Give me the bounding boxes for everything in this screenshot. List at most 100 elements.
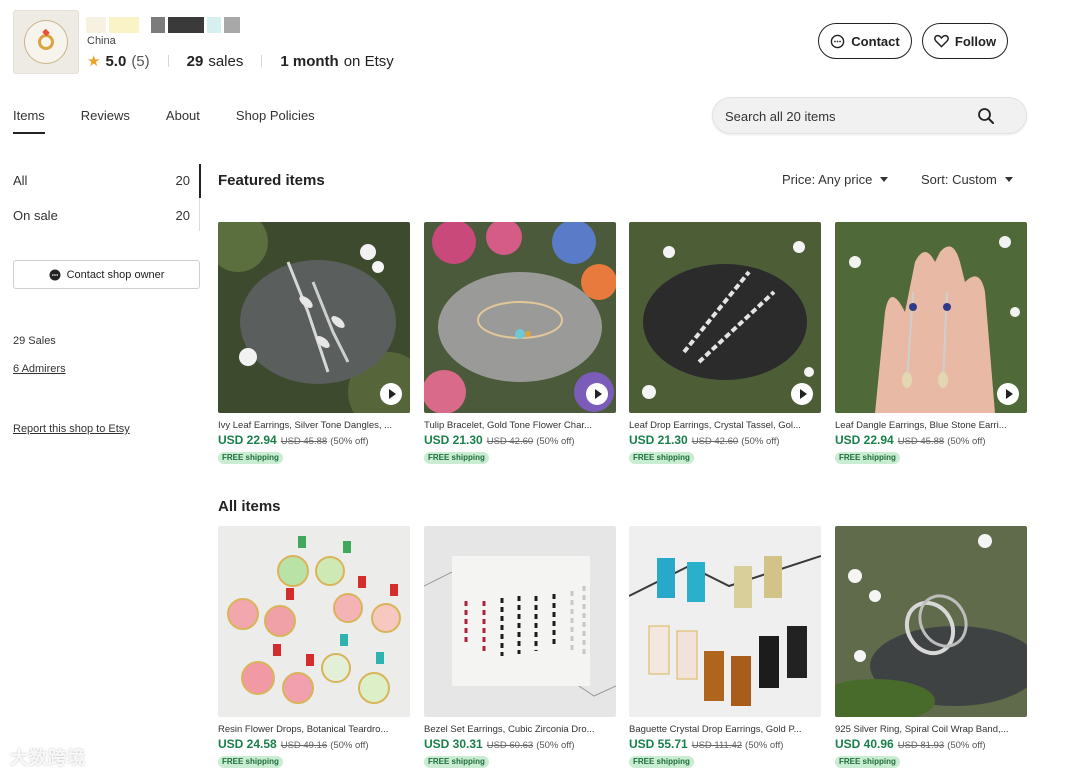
- free-shipping-badge: FREE shipping: [629, 452, 694, 464]
- free-shipping-badge: FREE shipping: [218, 756, 283, 768]
- listing-title[interactable]: Bezel Set Earrings, Cubic Zirconia Dro..…: [424, 724, 616, 736]
- caret-down-icon: [880, 177, 889, 182]
- free-shipping-badge: FREE shipping: [424, 452, 489, 464]
- listing-price: USD 24.58: [218, 737, 277, 751]
- listing-price: USD 40.96: [835, 737, 894, 751]
- listing-image[interactable]: [218, 222, 410, 413]
- listing-image[interactable]: [424, 526, 616, 717]
- tab-reviews[interactable]: Reviews: [81, 108, 130, 134]
- listing-card[interactable]: Leaf Drop Earrings, Crystal Tassel, Gol.…: [629, 222, 821, 465]
- listing-title[interactable]: Tulip Bracelet, Gold Tone Flower Char...: [424, 420, 616, 432]
- contact-label: Contact: [851, 33, 900, 49]
- listing-price: USD 21.30: [424, 433, 483, 447]
- free-shipping-badge: FREE shipping: [218, 452, 283, 464]
- listing-title[interactable]: Baguette Crystal Drop Earrings, Gold P..…: [629, 724, 821, 736]
- listing-image[interactable]: [218, 526, 410, 717]
- listing-original-price: USD 45.88: [897, 436, 945, 447]
- search-icon[interactable]: [977, 107, 995, 125]
- listing-card[interactable]: Baguette Crystal Drop Earrings, Gold P..…: [629, 526, 821, 769]
- listing-original-price: USD 45.88: [280, 436, 328, 447]
- listing-price-row: USD 40.96 USD 81.93 (50% off): [835, 737, 1027, 751]
- listing-image[interactable]: [835, 222, 1027, 413]
- divider: [261, 55, 263, 67]
- listing-image[interactable]: [424, 222, 616, 413]
- rating-value[interactable]: 5.0: [105, 53, 126, 70]
- shop-stats: ★ 5.0 (5) 29 sales 1 month on Etsy: [87, 51, 394, 71]
- star-icon: ★: [87, 53, 101, 70]
- tab-about[interactable]: About: [166, 108, 200, 134]
- play-video-icon[interactable]: [586, 383, 608, 405]
- listing-original-price: USD 111.42: [691, 740, 743, 751]
- contact-shop-owner-button[interactable]: Contact shop owner: [13, 260, 200, 289]
- listing-discount: (50% off): [947, 436, 986, 447]
- listing-title[interactable]: Resin Flower Drops, Botanical Teardro...: [218, 724, 410, 736]
- listing-title[interactable]: 925 Silver Ring, Spiral Coil Wrap Band,.…: [835, 724, 1027, 736]
- listing-image[interactable]: [835, 526, 1027, 717]
- report-shop-link[interactable]: Report this shop to Etsy: [13, 423, 130, 435]
- sales-text: 29 Sales: [13, 335, 56, 347]
- listing-price-row: USD 22.94 USD 45.88 (50% off): [835, 433, 1027, 447]
- listing-title[interactable]: Leaf Dangle Earrings, Blue Stone Earri..…: [835, 420, 1027, 432]
- listing-original-price: USD 60.63: [486, 740, 534, 751]
- sort-dropdown[interactable]: Sort: Custom: [921, 172, 1013, 187]
- listing-price-row: USD 30.31 USD 60.63 (50% off): [424, 737, 616, 751]
- free-shipping-badge: FREE shipping: [424, 756, 489, 768]
- listing-discount: (50% off): [741, 436, 780, 447]
- follow-button[interactable]: Follow: [922, 23, 1008, 59]
- message-icon: [831, 34, 845, 48]
- price-filter-dropdown[interactable]: Price: Any price: [782, 172, 889, 187]
- tenure-value: 1 month: [280, 52, 339, 70]
- divider: [167, 55, 169, 67]
- filter-label: All: [13, 172, 28, 188]
- listing-price-row: USD 21.30 USD 42.60 (50% off): [424, 433, 616, 447]
- listing-card[interactable]: Bezel Set Earrings, Cubic Zirconia Dro..…: [424, 526, 616, 769]
- all-items-title: All items: [218, 498, 281, 515]
- listing-price: USD 22.94: [218, 433, 277, 447]
- listing-card[interactable]: 925 Silver Ring, Spiral Coil Wrap Band,.…: [835, 526, 1027, 769]
- rating-count[interactable]: (5): [131, 53, 149, 70]
- listing-card[interactable]: Leaf Dangle Earrings, Blue Stone Earri..…: [835, 222, 1027, 465]
- free-shipping-badge: FREE shipping: [835, 756, 900, 768]
- filter-label: On sale: [13, 207, 58, 223]
- admirers-link[interactable]: 6 Admirers: [13, 363, 66, 375]
- listing-card[interactable]: Tulip Bracelet, Gold Tone Flower Char...…: [424, 222, 616, 465]
- listing-discount: (50% off): [536, 436, 575, 447]
- listing-price: USD 55.71: [629, 737, 688, 751]
- price-filter-label: Price: Any price: [782, 172, 873, 187]
- sort-label: Sort: Custom: [921, 172, 997, 187]
- listing-original-price: USD 81.93: [897, 740, 945, 751]
- filter-all[interactable]: All 20: [13, 164, 200, 196]
- play-video-icon[interactable]: [380, 383, 402, 405]
- contact-button[interactable]: Contact: [818, 23, 912, 59]
- listing-title[interactable]: Leaf Drop Earrings, Crystal Tassel, Gol.…: [629, 420, 821, 432]
- sales-count: 29: [186, 52, 204, 70]
- filter-on-sale[interactable]: On sale 20: [13, 199, 200, 231]
- watermark: 大数跨境: [10, 748, 86, 768]
- listing-discount: (50% off): [536, 740, 575, 751]
- listing-card[interactable]: Ivy Leaf Earrings, Silver Tone Dangles, …: [218, 222, 410, 465]
- play-video-icon[interactable]: [791, 383, 813, 405]
- free-shipping-badge: FREE shipping: [835, 452, 900, 464]
- tab-items[interactable]: Items: [13, 108, 45, 134]
- listing-price: USD 21.30: [629, 433, 688, 447]
- listing-discount: (50% off): [330, 740, 369, 751]
- tab-shop-policies[interactable]: Shop Policies: [236, 108, 315, 134]
- heart-icon: [934, 34, 949, 48]
- listing-original-price: USD 42.60: [486, 436, 534, 447]
- search-input[interactable]: [725, 106, 975, 126]
- shop-name-redacted: [86, 17, 240, 33]
- play-video-icon[interactable]: [997, 383, 1019, 405]
- listing-price-row: USD 22.94 USD 45.88 (50% off): [218, 433, 410, 447]
- listing-original-price: USD 42.60: [691, 436, 739, 447]
- shop-tabs: Items Reviews About Shop Policies: [13, 108, 315, 134]
- follow-label: Follow: [954, 33, 997, 49]
- listing-image[interactable]: [629, 222, 821, 413]
- listing-image[interactable]: [629, 526, 821, 717]
- listing-title[interactable]: Ivy Leaf Earrings, Silver Tone Dangles, …: [218, 420, 410, 432]
- message-icon: [49, 269, 61, 280]
- caret-down-icon: [1004, 177, 1013, 182]
- tenure-label: on Etsy: [343, 52, 394, 70]
- shop-search: [712, 97, 1027, 134]
- filter-count: 20: [175, 207, 190, 223]
- listing-card[interactable]: Resin Flower Drops, Botanical Teardro...…: [218, 526, 410, 769]
